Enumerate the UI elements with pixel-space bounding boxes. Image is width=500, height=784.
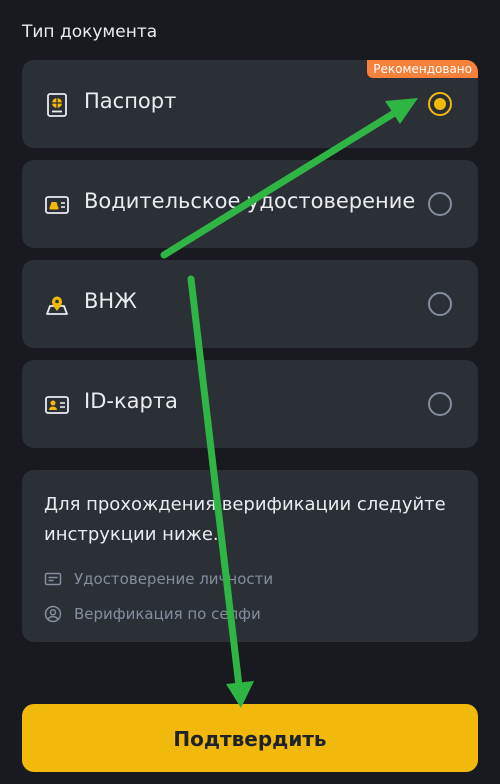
option-label: ID-карта [84,389,178,413]
info-item-selfie: Верификация по селфи [44,603,261,625]
option-label: ВНЖ [84,289,137,313]
residence-permit-icon [46,296,68,315]
option-residence-permit[interactable]: ВНЖ [22,260,478,348]
option-id-card[interactable]: ID-карта [22,360,478,448]
verification-instructions: Для прохождения верификации следуйте инс… [44,494,446,545]
radio-button[interactable] [428,392,452,416]
info-item-label: Верификация по селфи [74,605,261,623]
section-title: Тип документа [22,22,158,42]
id-document-icon [44,572,62,586]
radio-button[interactable] [428,192,452,216]
option-driver-license[interactable]: Водительское удостоверение [22,160,478,248]
recommended-badge: Рекомендовано [367,60,478,78]
confirm-button[interactable]: Подтвердить [22,704,478,772]
verification-info-card: Для прохождения верификации следуйте инс… [22,470,478,642]
info-item-id-document: Удостоверение личности [44,568,273,590]
radio-button-selected[interactable] [428,92,452,116]
passport-icon [47,93,67,117]
option-label: Паспорт [84,89,177,113]
driver-license-icon [45,196,69,214]
option-label: Водительское удостоверение [84,189,416,213]
selfie-icon [44,605,62,623]
id-card-icon [45,396,69,414]
radio-button[interactable] [428,292,452,316]
option-passport[interactable]: Паспорт Рекомендовано [22,60,478,148]
info-item-label: Удостоверение личности [74,570,274,588]
